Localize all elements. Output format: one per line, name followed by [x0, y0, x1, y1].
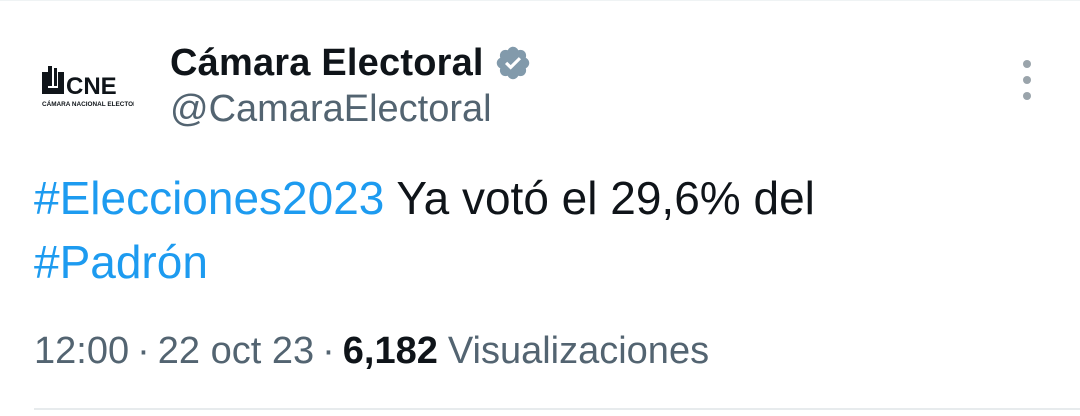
hashtag-link[interactable]: #Elecciones2023: [34, 172, 384, 224]
cne-logo: CNE CÁMARA NACIONAL ELECTORAL: [42, 66, 134, 108]
more-options-button[interactable]: [1010, 58, 1044, 102]
meta-separator: ·: [137, 330, 150, 372]
hashtag-link[interactable]: #Padrón: [34, 236, 208, 288]
more-vertical-icon-dot: [1023, 76, 1031, 84]
logo-text: CNE: [66, 73, 117, 100]
tweet-meta: 12:00 · 22 oct 23 · 6,182 Visualizacione…: [34, 330, 709, 373]
more-vertical-icon-dot: [1023, 92, 1031, 100]
more-vertical-icon: [1023, 60, 1031, 68]
avatar[interactable]: CNE CÁMARA NACIONAL ELECTORAL: [30, 42, 134, 114]
tweet-text: #Elecciones2023 Ya votó el 29,6% del #Pa…: [34, 166, 1044, 294]
logo-subtext: CÁMARA NACIONAL ELECTORAL: [42, 99, 134, 108]
tweet-body-text: Ya votó el 29,6% del: [396, 172, 815, 224]
views-count[interactable]: 6,182: [343, 330, 438, 373]
display-name[interactable]: Cámara Electoral: [170, 42, 484, 85]
bottom-divider: [34, 408, 1080, 410]
display-name-row[interactable]: Cámara Electoral: [170, 38, 532, 88]
meta-separator: ·: [322, 330, 335, 372]
top-divider: [0, 0, 1080, 1]
tweet-time[interactable]: 12:00: [34, 330, 129, 373]
tweet-date[interactable]: 22 oct 23: [158, 330, 314, 373]
views-label[interactable]: Visualizaciones: [448, 330, 709, 373]
verified-badge-icon: [494, 44, 532, 82]
account-handle[interactable]: @CamaraElectoral: [170, 88, 492, 131]
